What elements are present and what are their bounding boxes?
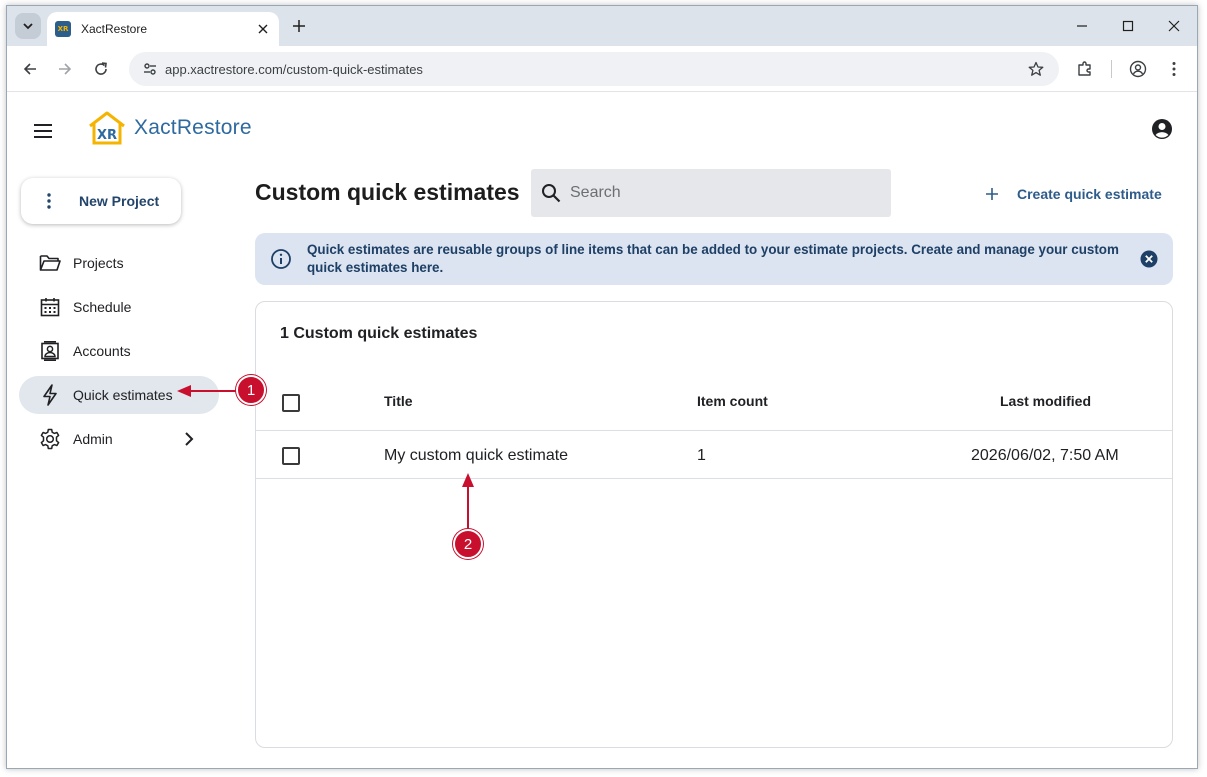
tab-close-button[interactable] — [255, 21, 271, 37]
new-project-button[interactable]: New Project — [21, 178, 181, 224]
back-button[interactable] — [19, 58, 41, 80]
search-icon — [540, 182, 562, 204]
sidebar-item-label: Accounts — [73, 343, 131, 359]
info-banner: Quick estimates are reusable groups of l… — [255, 233, 1173, 285]
arrow-head-up-icon — [462, 473, 474, 487]
results-count: 1 Custom quick estimates — [280, 325, 478, 342]
chevron-down-icon — [23, 23, 33, 30]
calendar-icon — [39, 296, 61, 318]
column-header-last-modified[interactable]: Last modified — [1000, 393, 1091, 409]
tab-title: XactRestore — [81, 22, 148, 36]
xactrestore-logo-icon: XR — [87, 110, 127, 146]
app-content: XR XactRestore New Project Projects Sche… — [7, 93, 1197, 768]
profile-icon — [1129, 60, 1147, 78]
annotation-callout-2: 2 — [453, 529, 483, 559]
annotation-callout-1: 1 — [236, 375, 266, 405]
annotation-arrow-2 — [467, 484, 469, 532]
maximize-icon — [1122, 20, 1134, 32]
row-select-checkbox[interactable] — [282, 447, 300, 465]
arrow-right-icon — [59, 63, 72, 75]
close-icon — [258, 24, 268, 34]
lightning-bolt-icon — [39, 384, 61, 406]
page-title: Custom quick estimates — [255, 179, 520, 205]
gear-icon — [39, 428, 61, 450]
url-text: app.xactrestore.com/custom-quick-estimat… — [165, 61, 423, 77]
folder-open-icon — [39, 252, 61, 274]
new-project-label: New Project — [79, 193, 160, 209]
sidebar-item-admin[interactable]: Admin — [19, 420, 219, 458]
star-icon — [1028, 61, 1044, 76]
row-item-count: 1 — [697, 447, 706, 464]
tab-strip: XR XactRestore — [7, 6, 1197, 46]
browser-menu-button[interactable] — [1163, 58, 1185, 80]
reload-icon — [95, 62, 107, 75]
minimize-button[interactable] — [1072, 16, 1092, 36]
search-box[interactable] — [531, 169, 891, 217]
app-name: XactRestore — [134, 116, 252, 139]
new-tab-button[interactable] — [289, 16, 309, 36]
chevron-right-icon[interactable] — [179, 429, 199, 449]
app-logo[interactable]: XR XactRestore — [87, 110, 252, 146]
sidebar-item-label: Schedule — [73, 299, 132, 315]
reload-button[interactable] — [90, 58, 112, 80]
plus-icon — [981, 183, 1003, 205]
puzzle-icon — [1078, 61, 1091, 76]
table-row[interactable]: My custom quick estimate 1 2026/06/02, 7… — [256, 431, 1172, 479]
row-last-modified: 2026/06/02, 7:50 AM — [971, 447, 1119, 464]
favicon-icon: XR — [55, 21, 71, 37]
minimize-icon — [1077, 25, 1087, 27]
browser-tab[interactable]: XR XactRestore — [47, 12, 279, 46]
sidebar-item-schedule[interactable]: Schedule — [19, 288, 219, 326]
sidebar-item-label: Projects — [73, 255, 124, 271]
maximize-button[interactable] — [1118, 16, 1138, 36]
create-quick-estimate-button[interactable]: Create quick estimate — [981, 183, 1162, 205]
column-header-item-count[interactable]: Item count — [697, 393, 768, 409]
profile-button[interactable] — [1127, 58, 1149, 80]
plus-icon — [293, 20, 305, 32]
extensions-button[interactable] — [1074, 58, 1096, 80]
more-vertical-icon — [1172, 62, 1176, 76]
close-icon — [1168, 20, 1180, 32]
forward-button[interactable] — [54, 58, 76, 80]
annotation-arrow-1 — [187, 390, 239, 392]
sidebar-item-accounts[interactable]: Accounts — [19, 332, 219, 370]
site-info-icon[interactable] — [139, 58, 161, 80]
svg-text:XR: XR — [97, 128, 117, 143]
toolbar-divider — [1111, 60, 1112, 78]
contact-card-icon — [39, 340, 61, 362]
row-title-link[interactable]: My custom quick estimate — [384, 447, 568, 465]
tab-search-button[interactable] — [15, 13, 41, 39]
sidebar-item-projects[interactable]: Projects — [19, 244, 219, 282]
bookmark-star-button[interactable] — [1025, 58, 1047, 80]
menu-toggle-button[interactable] — [32, 120, 54, 142]
info-banner-text: Quick estimates are reusable groups of l… — [307, 242, 1119, 275]
arrow-head-left-icon — [177, 385, 191, 397]
account-circle-icon[interactable] — [1151, 118, 1173, 140]
close-circle-icon[interactable] — [1139, 249, 1159, 269]
window-close-button[interactable] — [1164, 16, 1184, 36]
column-header-title[interactable]: Title — [384, 393, 413, 409]
create-quick-estimate-label: Create quick estimate — [1017, 186, 1162, 202]
sidebar-item-label: Quick estimates — [73, 387, 173, 403]
address-bar[interactable]: app.xactrestore.com/custom-quick-estimat… — [129, 52, 1059, 86]
search-input[interactable] — [570, 184, 870, 202]
hamburger-menu-icon — [34, 124, 52, 138]
arrow-left-icon — [23, 63, 36, 75]
browser-toolbar: app.xactrestore.com/custom-quick-estimat… — [7, 46, 1197, 92]
more-vertical-icon — [41, 190, 57, 212]
sidebar-item-label: Admin — [73, 431, 113, 447]
select-all-checkbox[interactable] — [282, 394, 300, 412]
quick-estimates-table-card: 1 Custom quick estimates Title Item coun… — [255, 301, 1173, 748]
info-icon — [271, 249, 291, 269]
browser-window: XR XactRestore app.xactrestore.com/custo… — [6, 5, 1198, 769]
